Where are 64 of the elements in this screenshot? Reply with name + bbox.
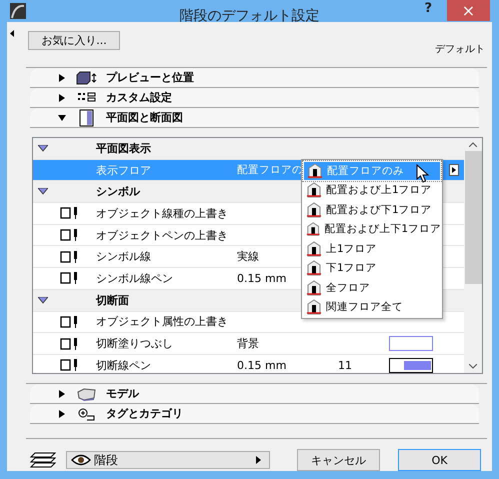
layers-icon bbox=[29, 451, 57, 469]
eye-icon bbox=[71, 454, 91, 466]
building-icon bbox=[306, 202, 322, 218]
layer-dropdown[interactable]: 階段 bbox=[66, 451, 270, 469]
group-row[interactable]: 平面図表示 bbox=[33, 138, 464, 160]
fill-swatch[interactable] bbox=[389, 336, 433, 352]
help-button[interactable]: ? bbox=[424, 1, 432, 16]
property-label: 表示フロア bbox=[96, 162, 151, 178]
ok-button[interactable]: OK bbox=[398, 449, 481, 471]
cube-icon bbox=[76, 70, 98, 84]
collapsed-arrow-icon bbox=[58, 94, 66, 102]
group-label: 平面図表示 bbox=[96, 140, 151, 156]
property-label: オブジェクト属性の上書き bbox=[96, 314, 228, 330]
pen-swatch[interactable] bbox=[389, 358, 433, 373]
building-icon bbox=[306, 299, 322, 316]
property-label: シンボル線ペン bbox=[96, 270, 173, 286]
section-header[interactable]: プレビューと位置 bbox=[30, 68, 479, 88]
property-value: 0.15 mm bbox=[237, 358, 286, 372]
collapsed-arrow-icon bbox=[58, 390, 66, 398]
building-icon bbox=[307, 162, 323, 179]
scroll-up-icon[interactable] bbox=[469, 142, 477, 147]
close-button[interactable]: × bbox=[447, 0, 490, 21]
property-label: オブジェクトペンの上書き bbox=[96, 228, 228, 243]
property-row[interactable]: 切断線ペン 0.15 mm 11 bbox=[33, 354, 464, 373]
section-header[interactable]: タグとカテゴリ bbox=[30, 404, 479, 424]
cancel-button[interactable]: キャンセル bbox=[297, 449, 380, 471]
collapsed-arrow-icon bbox=[58, 74, 66, 82]
property-value: 実線 bbox=[237, 249, 259, 264]
property-label: オブジェクト線種の上書き bbox=[96, 206, 228, 221]
property-row[interactable]: 切断塗りつぶし 背景 bbox=[33, 333, 464, 355]
building-icon bbox=[306, 240, 322, 257]
scroll-down-icon[interactable] bbox=[469, 364, 477, 369]
window-title: 階段のデフォルト設定 bbox=[180, 7, 320, 25]
property-label: 切断塗りつぶし bbox=[96, 336, 173, 352]
collapse-arrow-icon[interactable] bbox=[10, 30, 14, 37]
expanded-arrow-icon bbox=[38, 188, 48, 196]
section-header[interactable]: カスタム設定 bbox=[30, 88, 479, 108]
building-icon bbox=[306, 221, 320, 238]
menu-item[interactable]: 配置および上1フロア bbox=[303, 180, 441, 200]
building-icon bbox=[306, 260, 322, 276]
section-header[interactable]: 平面図と断面図 bbox=[30, 108, 479, 128]
collapsed-arrow-icon bbox=[58, 410, 66, 418]
favorites-button[interactable]: お気に入り... bbox=[28, 31, 120, 50]
property-label: シンボル線 bbox=[96, 249, 151, 264]
property-value: 0.15 mm bbox=[237, 272, 286, 285]
custom-settings-icon bbox=[76, 90, 98, 104]
expanded-arrow-icon bbox=[38, 144, 48, 152]
pen-number: 11 bbox=[338, 358, 352, 372]
mouse-cursor-icon bbox=[416, 164, 430, 184]
building-icon bbox=[306, 182, 322, 198]
default-label: デフォルト bbox=[435, 43, 485, 56]
submenu-arrow-icon[interactable] bbox=[449, 164, 459, 176]
expanded-arrow-icon bbox=[58, 114, 66, 122]
app-logo-icon bbox=[10, 3, 26, 19]
property-label: 切断線ペン bbox=[96, 358, 151, 373]
group-label: 切断面 bbox=[96, 292, 129, 308]
expanded-arrow-icon bbox=[38, 296, 48, 304]
section-header[interactable]: モデル bbox=[30, 384, 479, 404]
property-value: 背景 bbox=[237, 336, 259, 352]
block-icon bbox=[76, 386, 98, 400]
scrollbar[interactable] bbox=[464, 138, 482, 373]
building-icon bbox=[306, 280, 322, 296]
submenu-arrow-icon bbox=[256, 456, 261, 464]
group-label: シンボル bbox=[96, 184, 140, 200]
